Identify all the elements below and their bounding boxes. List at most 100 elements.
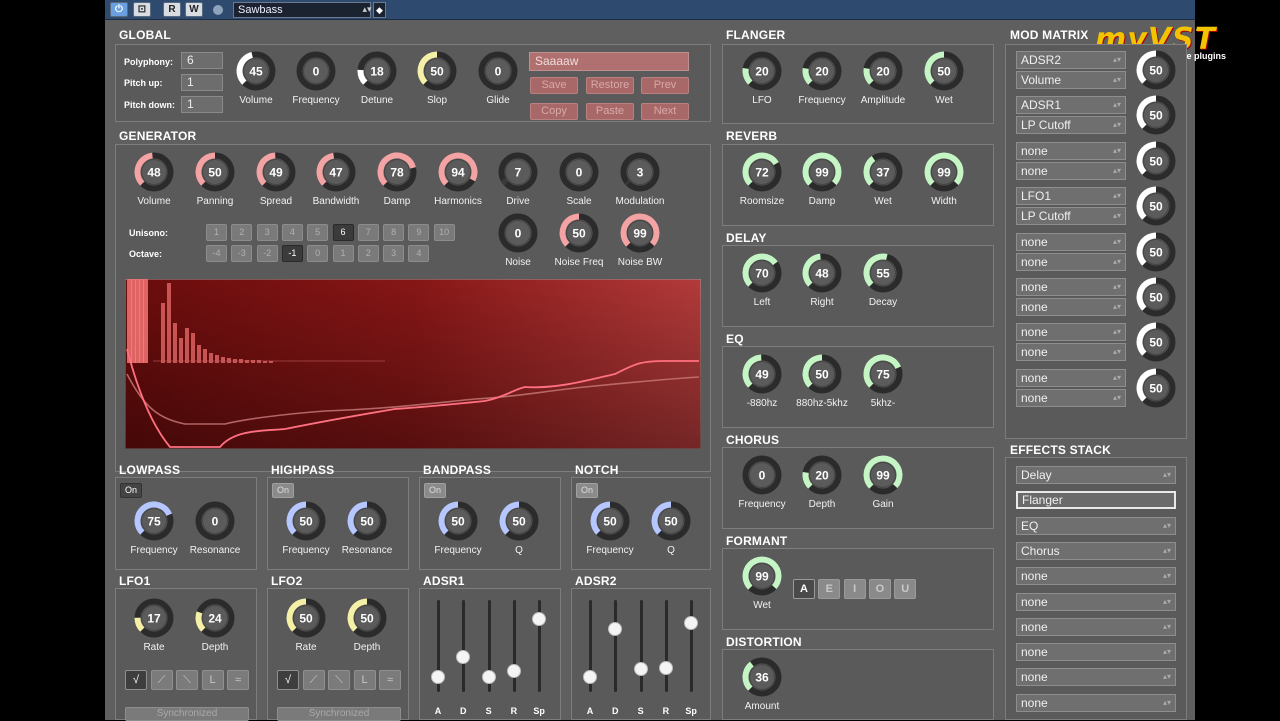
reverb-wet-knob[interactable]: 37 <box>863 152 903 192</box>
octave-button-2[interactable]: 2 <box>357 245 379 262</box>
lfo1-waveform-2-icon[interactable]: ⟍ <box>176 670 198 690</box>
notch-on-toggle[interactable]: On <box>576 483 598 498</box>
mod-amount-2-knob[interactable]: 50 <box>1136 141 1176 181</box>
formant-vowel-a[interactable]: A <box>793 579 815 599</box>
lfo1-waveform-1-icon[interactable]: ⟋ <box>150 670 173 690</box>
unisono-button-2[interactable]: 2 <box>231 224 253 241</box>
mod-amount-6-knob[interactable]: 50 <box>1136 322 1176 362</box>
read-automation-button[interactable]: R <box>163 2 181 17</box>
generator-damp-knob[interactable]: 78 <box>377 152 417 192</box>
chorus-frequency-knob[interactable]: 0 <box>742 455 782 495</box>
lfo1-waveform-4-icon[interactable]: ≈ <box>227 670 249 690</box>
global-volume-knob[interactable]: 45 <box>236 51 276 91</box>
delay-left-knob[interactable]: 70 <box>742 253 782 293</box>
unisono-button-7[interactable]: 7 <box>357 224 379 241</box>
slider-thumb[interactable] <box>481 670 496 685</box>
lfo2-waveform-4-icon[interactable]: ≈ <box>379 670 401 690</box>
mod-source-0[interactable]: ADSR2 ▴▾ <box>1016 51 1126 69</box>
mod-source-4[interactable]: none ▴▾ <box>1016 232 1126 251</box>
slider-thumb[interactable] <box>608 622 623 637</box>
highpass-on-toggle[interactable]: On <box>272 483 294 498</box>
unisono-button-4[interactable]: 4 <box>281 224 303 241</box>
reverb-damp-knob[interactable]: 99 <box>802 152 842 192</box>
slider-thumb[interactable] <box>431 670 445 685</box>
mod-amount-7-knob[interactable]: 50 <box>1136 368 1176 408</box>
generator-volume-knob[interactable]: 48 <box>134 152 174 192</box>
lowpass-resonance-knob[interactable]: 0 <box>195 501 235 541</box>
octave-button-1[interactable]: 1 <box>332 245 354 262</box>
flanger-lfo-knob[interactable]: 20 <box>742 51 782 91</box>
unisono-button-9[interactable]: 9 <box>408 224 430 241</box>
unisono-button-5[interactable]: 5 <box>307 224 329 241</box>
delay-right-knob[interactable]: 48 <box>802 253 842 293</box>
mod-amount-4-knob[interactable]: 50 <box>1136 232 1176 272</box>
mod-target-2[interactable]: none ▴▾ <box>1016 161 1126 180</box>
chorus-gain-knob[interactable]: 99 <box>863 455 903 495</box>
paste-button[interactable]: Paste <box>586 103 634 120</box>
mod-source-2[interactable]: none ▴▾ <box>1016 141 1126 160</box>
bandpass-frequency-knob[interactable]: 50 <box>438 501 478 541</box>
mod-amount-1-knob[interactable]: 50 <box>1136 95 1176 135</box>
adsr1-s-slider[interactable] <box>481 600 496 692</box>
mod-target-3[interactable]: LP Cutoff ▴▾ <box>1016 207 1126 226</box>
write-automation-button[interactable]: W <box>185 2 203 17</box>
lowpass-on-toggle[interactable]: On <box>120 483 142 498</box>
mod-source-7[interactable]: none ▴▾ <box>1016 368 1126 387</box>
adsr1-sp-slider[interactable] <box>532 600 547 692</box>
lfo1-waveform-3-icon[interactable]: L <box>201 670 224 690</box>
unisono-button-10[interactable]: 10 <box>433 224 455 241</box>
unisono-button-8[interactable]: 8 <box>383 224 405 241</box>
generator-noise-bw-knob[interactable]: 99 <box>620 213 660 253</box>
lfo1-sync-button[interactable]: Synchronized <box>125 707 249 721</box>
unisono-button-1[interactable]: 1 <box>206 224 227 241</box>
formant-wet-knob[interactable]: 99 <box>742 556 782 596</box>
pitch-up-field[interactable]: 1 <box>181 74 223 91</box>
next-button[interactable]: Next <box>641 103 689 120</box>
eq-5khz--knob[interactable]: 75 <box>863 354 903 394</box>
generator-noise-knob[interactable]: 0 <box>498 213 538 253</box>
lfo2-rate-knob[interactable]: 50 <box>286 598 326 638</box>
generator-panning-knob[interactable]: 50 <box>195 152 235 192</box>
mod-source-6[interactable]: none ▴▾ <box>1016 323 1126 342</box>
effects-stack-slot-7[interactable]: none ▴▾ <box>1016 643 1176 662</box>
reverb-roomsize-knob[interactable]: 72 <box>742 152 782 192</box>
effects-stack-slot-9[interactable]: none ▴▾ <box>1016 693 1176 712</box>
global-detune-knob[interactable]: 18 <box>357 51 397 91</box>
highpass-resonance-knob[interactable]: 50 <box>347 501 387 541</box>
octave-button-3[interactable]: 3 <box>383 245 405 262</box>
mod-target-1[interactable]: LP Cutoff ▴▾ <box>1016 116 1126 135</box>
generator-scale-knob[interactable]: 0 <box>559 152 599 192</box>
generator-noise-freq-knob[interactable]: 50 <box>559 213 599 253</box>
effects-stack-slot-5[interactable]: none ▴▾ <box>1016 592 1176 611</box>
mod-amount-5-knob[interactable]: 50 <box>1136 277 1176 317</box>
restore-button[interactable]: Restore <box>586 77 634 94</box>
global-slop-knob[interactable]: 50 <box>417 51 457 91</box>
unisono-button-6[interactable]: 6 <box>332 224 354 241</box>
eq-880hz-5khz-knob[interactable]: 50 <box>802 354 842 394</box>
mod-amount-0-knob[interactable]: 50 <box>1136 50 1176 90</box>
adsr1-d-slider[interactable] <box>456 600 471 692</box>
mod-target-4[interactable]: none ▴▾ <box>1016 252 1126 271</box>
lfo1-rate-knob[interactable]: 17 <box>134 598 174 638</box>
adsr2-sp-slider[interactable] <box>684 600 699 692</box>
chevron-updown-icon[interactable]: ▴▾ <box>361 2 373 18</box>
mod-target-0[interactable]: Volume ▴▾ <box>1016 71 1126 89</box>
octave-button--3[interactable]: -3 <box>231 245 253 262</box>
adsr1-a-slider[interactable] <box>431 600 445 692</box>
effects-stack-slot-6[interactable]: none ▴▾ <box>1016 617 1176 636</box>
slider-thumb[interactable] <box>583 670 597 685</box>
octave-button--4[interactable]: -4 <box>206 245 227 262</box>
slider-thumb[interactable] <box>506 664 521 678</box>
slider-thumb[interactable] <box>456 649 471 664</box>
formant-vowel-i[interactable]: I <box>843 579 866 599</box>
preset-menu-icon[interactable]: ◆ <box>373 2 386 18</box>
effects-stack-slot-4[interactable]: none ▴▾ <box>1016 567 1176 586</box>
generator-spread-knob[interactable]: 49 <box>256 152 296 192</box>
delay-decay-knob[interactable]: 55 <box>863 253 903 293</box>
compare-button[interactable]: ⊡ <box>133 2 151 17</box>
flanger-wet-knob[interactable]: 50 <box>924 51 964 91</box>
unisono-button-3[interactable]: 3 <box>256 224 278 241</box>
generator-modulation-knob[interactable]: 3 <box>620 152 660 192</box>
notch-frequency-knob[interactable]: 50 <box>590 501 630 541</box>
adsr1-r-slider[interactable] <box>506 600 521 692</box>
